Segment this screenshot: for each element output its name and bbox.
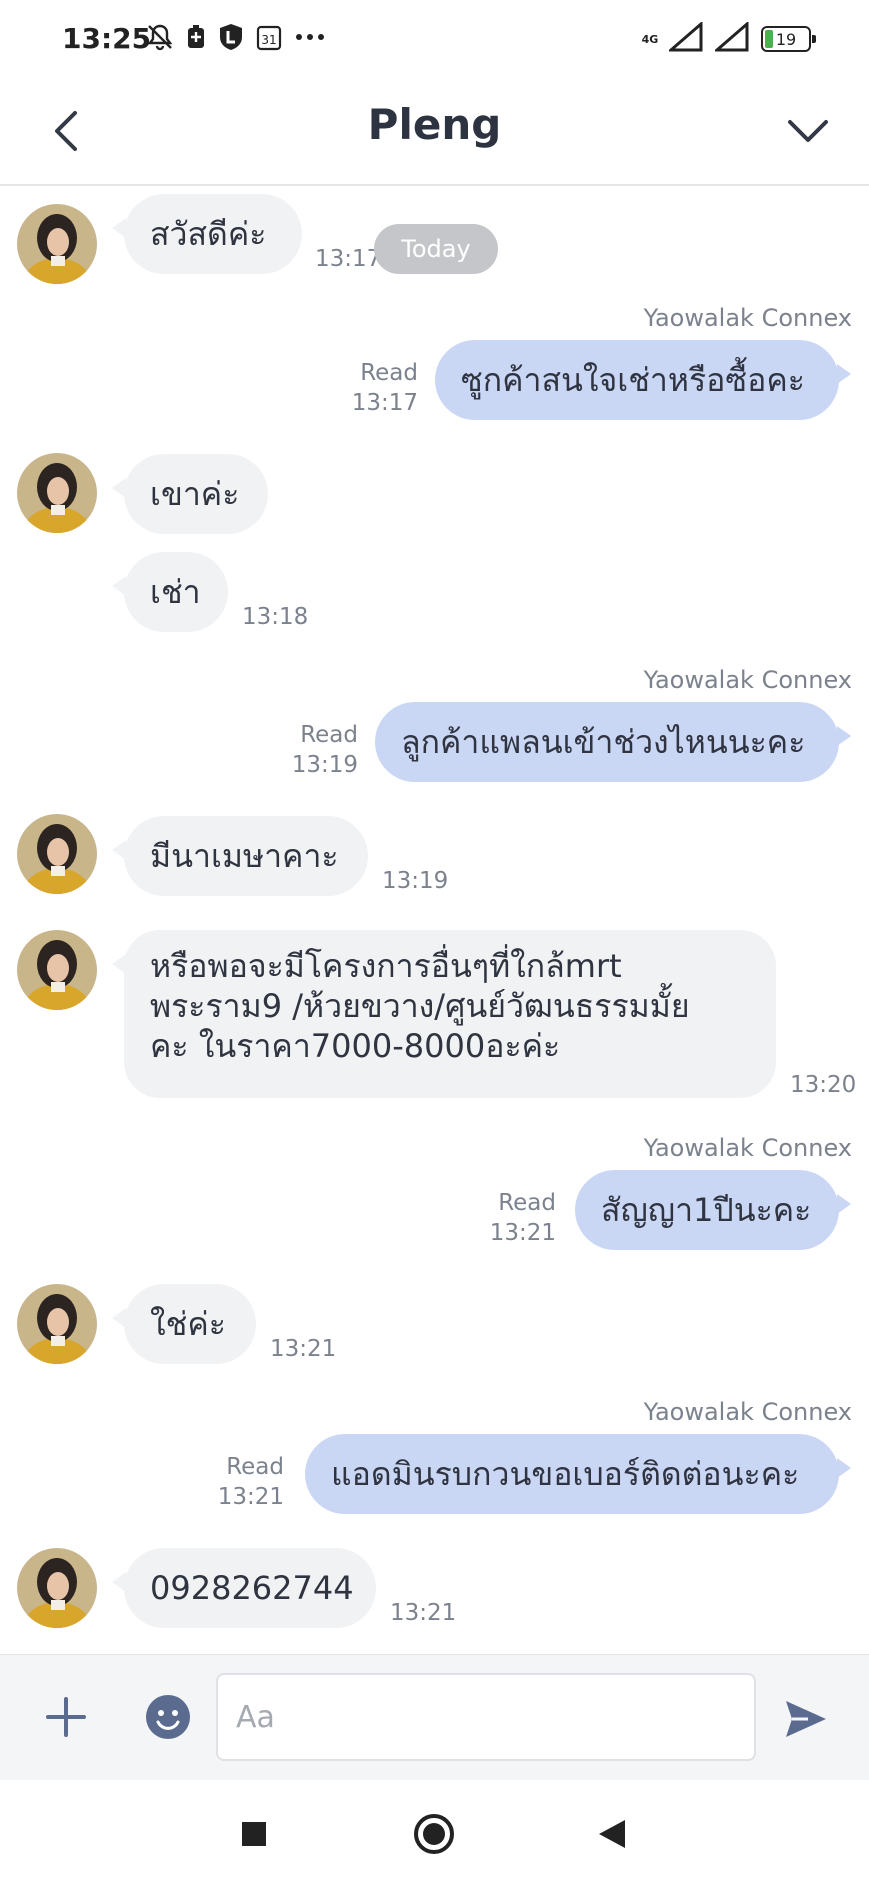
calendar-icon: 31 (255, 22, 283, 56)
triangle-back-icon (599, 1820, 625, 1848)
message-bubble[interactable]: เช่า (112, 552, 228, 632)
read-receipt: Read 13:21 (217, 1454, 284, 1510)
square-icon (242, 1822, 266, 1846)
line-app-icon (217, 22, 245, 56)
sender-name: Yaowalak Connex (643, 1398, 852, 1426)
message-text: เช่า (150, 573, 201, 611)
signal-icon (666, 20, 705, 56)
message-time: 13:20 (790, 1072, 857, 1098)
smiley-icon (146, 1695, 190, 1739)
date-divider: Today (374, 224, 498, 274)
circle-icon (414, 1814, 454, 1854)
message-bubble[interactable]: 0928262744 (112, 1548, 376, 1628)
chevron-down-icon (788, 120, 828, 142)
battery-icon: 19 (761, 26, 816, 52)
sender-name: Yaowalak Connex (643, 666, 852, 694)
read-receipt: Read 13:21 (489, 1190, 556, 1246)
message-text: ซูกค้าสนใจเช่าหรือซื้อคะ (461, 361, 805, 399)
send-icon (786, 1701, 826, 1737)
message-input[interactable] (216, 1673, 756, 1761)
message-bubble[interactable]: มีนาเมษาคาะ (112, 816, 368, 896)
message-bubble[interactable]: ซูกค้าสนใจเช่าหรือซื้อคะ (435, 340, 851, 420)
read-receipt: Read 13:19 (291, 722, 358, 778)
plus-icon (46, 1697, 86, 1737)
chat-menu-button[interactable] (773, 98, 843, 164)
message-time: 13:21 (390, 1600, 457, 1626)
send-button[interactable] (776, 1689, 836, 1749)
mute-bell-icon (145, 22, 175, 56)
message-time: 13:18 (242, 604, 309, 630)
message-text: สัญญา1ปีนะคะ (601, 1191, 812, 1229)
avatar[interactable] (17, 204, 97, 284)
message-text-line: หรือพอจะมีโครงการอื่นๆที่ใกล้mrt (150, 947, 622, 985)
back-nav-button[interactable] (584, 1806, 640, 1862)
message-text: แอดมินรบกวนขอเบอร์ติดต่อนะคะ (331, 1455, 800, 1493)
sender-name: Yaowalak Connex (643, 304, 852, 332)
status-bar: 13:25 31 4G 19 (0, 0, 869, 78)
message-time: 13:19 (382, 868, 449, 894)
message-bubble[interactable]: ใช่ค่ะ (112, 1284, 256, 1364)
message-bubble[interactable]: สวัสดีค่ะ (112, 194, 302, 274)
read-receipt: Read 13:17 (351, 360, 418, 416)
message-text: 0928262744 (150, 1569, 354, 1607)
status-time: 13:25 (62, 22, 152, 55)
message-text: ใช่ค่ะ (150, 1305, 226, 1343)
avatar[interactable] (17, 453, 97, 533)
message-bubble[interactable]: หรือพอจะมีโครงการอื่นๆที่ใกล้mrt พระราม9… (112, 930, 776, 1098)
avatar[interactable] (17, 930, 97, 1010)
network-type: 4G (641, 32, 659, 46)
message-time: 13:21 (270, 1336, 337, 1362)
message-time: 13:17 (315, 246, 382, 272)
message-bubble[interactable]: เขาค่ะ (112, 454, 268, 534)
chat-title: Pleng (367, 100, 502, 149)
message-bubble[interactable]: ลูกค้าแพลนเข้าช่วงไหนนะคะ (375, 702, 851, 782)
battery-saver-icon (185, 22, 207, 56)
avatar[interactable] (17, 814, 97, 894)
signal-icon-2 (712, 20, 751, 56)
message-text: สวัสดีค่ะ (150, 215, 267, 253)
message-text: ลูกค้าแพลนเข้าช่วงไหนนะคะ (401, 723, 806, 761)
message-list[interactable]: สวัสดีค่ะ 13:17 Today Yaowalak Connex Re… (0, 188, 869, 1654)
message-text: มีนาเมษาคาะ (150, 837, 339, 875)
message-bubble[interactable]: แอดมินรบกวนขอเบอร์ติดต่อนะคะ (305, 1434, 851, 1514)
home-button[interactable] (406, 1806, 462, 1862)
svg-text:31: 31 (261, 33, 276, 47)
message-bubble[interactable]: สัญญา1ปีนะคะ (575, 1170, 851, 1250)
message-text: เขาค่ะ (150, 475, 240, 513)
avatar[interactable] (17, 1548, 97, 1628)
more-notifications-icon (293, 22, 327, 56)
emoji-button[interactable] (142, 1691, 194, 1743)
message-text-line: คะ ในราคา7000-8000อะค่ะ (150, 1027, 561, 1065)
chat-header: Pleng (0, 78, 869, 186)
sender-name: Yaowalak Connex (643, 1134, 852, 1162)
recent-apps-button[interactable] (226, 1806, 282, 1862)
attach-button[interactable] (36, 1687, 96, 1747)
avatar[interactable] (17, 1284, 97, 1364)
system-nav-bar (0, 1780, 869, 1883)
message-input-bar (0, 1654, 869, 1780)
message-text-line: พระราม9 /ห้วยขวาง/ศูนย์วัฒนธรรมมั้ย (150, 987, 690, 1025)
